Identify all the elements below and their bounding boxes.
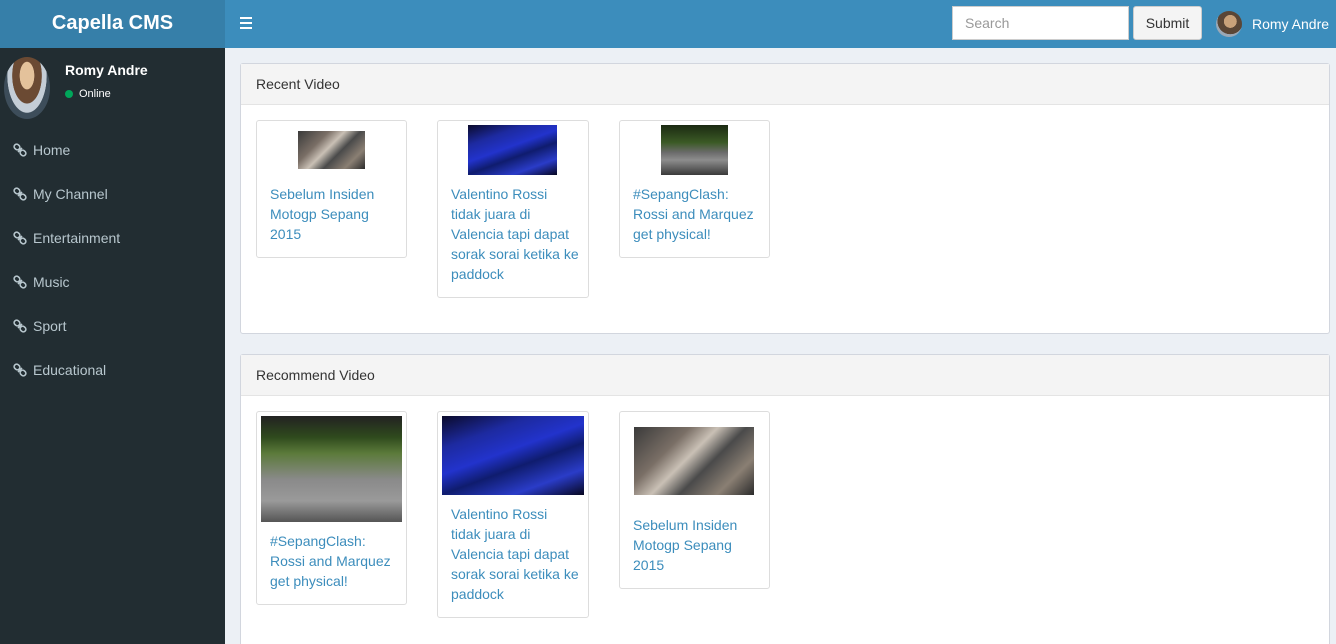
status-text: Online [79,88,111,100]
video-card[interactable]: Valentino Rossi tidak juara di Valencia … [437,411,589,618]
sidebar-user-name: Romy Andre [65,62,148,78]
video-title-link[interactable]: Sebelum Insiden Motogp Sepang 2015 [633,515,761,575]
sidebar-item-label: Music [33,274,70,290]
sidebar-item-label: Entertainment [33,230,121,246]
sidebar-item-label: My Channel [33,186,108,202]
link-icon [13,187,27,201]
status-badge: Online [65,88,111,100]
video-thumbnail[interactable] [634,427,754,495]
avatar [1216,11,1242,37]
link-icon [13,143,27,157]
sidebar-item-label: Sport [33,318,67,334]
video-thumbnail[interactable] [661,125,728,175]
user-avatar [4,57,50,119]
sidebar-item-label: Home [33,142,71,158]
link-icon [13,231,27,245]
search-input[interactable] [952,6,1129,40]
sidebar-item-home[interactable]: Home [0,128,225,172]
sidebar-item-educational[interactable]: Educational [0,348,225,392]
video-card[interactable]: #SepangClash: Rossi and Marquez get phys… [256,411,407,605]
link-icon [13,319,27,333]
sidebar: Romy Andre Online Home My Channel Entert… [0,48,225,644]
recent-video-box: Recent Video Sebelum Insiden Motogp Sepa… [240,63,1330,334]
video-card[interactable]: #SepangClash: Rossi and Marquez get phys… [619,120,770,258]
sidebar-item-my-channel[interactable]: My Channel [0,172,225,216]
header-user-name: Romy Andre [1252,16,1330,32]
video-card[interactable]: Sebelum Insiden Motogp Sepang 2015 [256,120,407,258]
recommend-video-title: Recommend Video [241,355,1329,396]
sidebar-item-music[interactable]: Music [0,260,225,304]
video-title-link[interactable]: Sebelum Insiden Motogp Sepang 2015 [270,184,395,244]
video-thumbnail[interactable] [468,125,557,175]
video-title-link[interactable]: Valentino Rossi tidak juara di Valencia … [451,504,579,604]
link-icon [13,275,27,289]
sidebar-item-sport[interactable]: Sport [0,304,225,348]
sidebar-item-label: Educational [33,362,107,378]
video-thumbnail[interactable] [298,131,365,169]
sidebar-toggle-icon[interactable] [238,14,254,34]
video-title-link[interactable]: #SepangClash: Rossi and Marquez get phys… [633,184,761,244]
video-card[interactable]: Sebelum Insiden Motogp Sepang 2015 [619,411,770,589]
user-panel: Romy Andre Online [4,56,219,122]
submit-button[interactable]: Submit [1133,6,1202,40]
video-thumbnail[interactable] [442,416,584,495]
recent-video-title: Recent Video [241,64,1329,105]
link-icon [13,363,27,377]
sidebar-item-entertainment[interactable]: Entertainment [0,216,225,260]
video-thumbnail[interactable] [261,416,402,522]
user-menu[interactable]: Romy Andre [1216,10,1329,38]
recommend-video-box: Recommend Video #SepangClash: Rossi and … [240,354,1330,644]
app-logo[interactable]: Capella CMS [0,0,225,48]
sidebar-menu: Home My Channel Entertainment Music Spor… [0,128,225,392]
main-header: Capella CMS Submit Romy Andre [0,0,1336,48]
video-card[interactable]: Valentino Rossi tidak juara di Valencia … [437,120,589,298]
online-dot-icon [65,90,73,98]
video-title-link[interactable]: #SepangClash: Rossi and Marquez get phys… [270,531,398,591]
video-title-link[interactable]: Valentino Rossi tidak juara di Valencia … [451,184,579,284]
